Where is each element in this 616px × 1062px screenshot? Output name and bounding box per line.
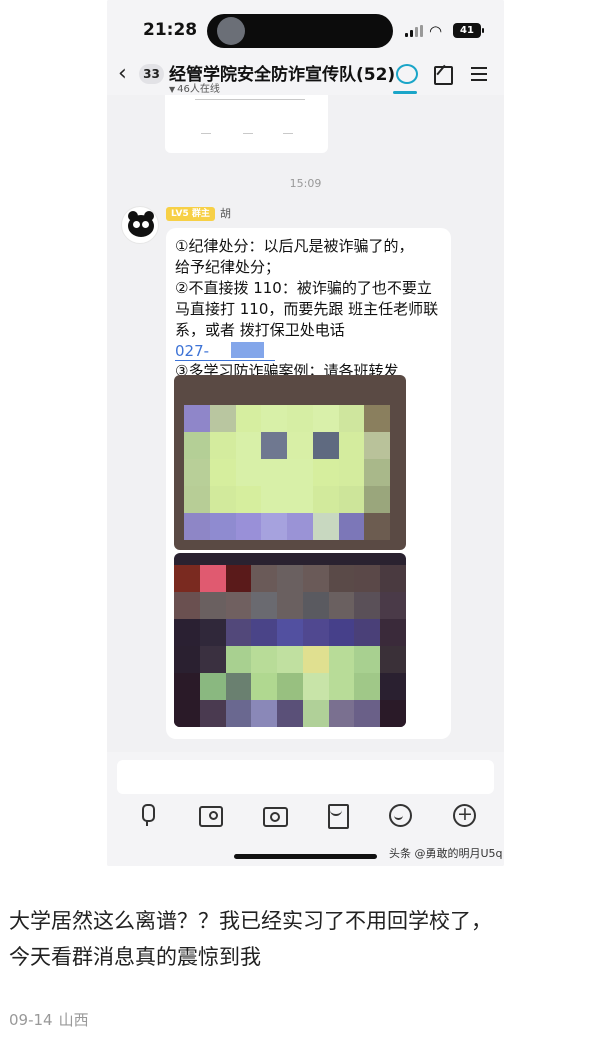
menu-icon[interactable] <box>469 63 491 85</box>
unread-count-badge[interactable]: 33 <box>139 64 164 84</box>
message-line: ①纪律处分：以后凡是被诈骗了的， <box>175 237 414 255</box>
message-bubble[interactable]: ①纪律处分：以后凡是被诈骗了的， 给予纪律处分； ②不直接拨 110：被诈骗的了… <box>166 228 451 739</box>
status-bar: 21:28 ◠ 41 <box>107 0 504 55</box>
previous-document-image[interactable] <box>165 95 328 153</box>
message-input[interactable] <box>117 760 494 794</box>
pixelated-area <box>184 405 390 540</box>
active-tab-indicator <box>393 91 417 94</box>
message-timestamp: 15:09 <box>289 177 322 190</box>
chat-screenshot: 21:28 ◠ 41 ‹ 33 经管学院安全防诈宣传队(52) ▼ 46人在线 1… <box>107 0 504 866</box>
battery-icon: 41 <box>453 23 484 38</box>
post-date: 09-14 <box>9 1011 53 1029</box>
input-area: 头条 @勇敢的明月U5q <box>107 752 504 866</box>
caret-down-icon: ▼ <box>169 85 176 94</box>
wifi-icon: ◠ <box>429 22 443 40</box>
edit-icon[interactable] <box>432 63 454 85</box>
plus-icon[interactable] <box>451 802 477 828</box>
watermark: 头条 @勇敢的明月U5q <box>389 847 503 860</box>
chat-header: ‹ 33 经管学院安全防诈宣传队(52) ▼ 46人在线 <box>107 55 504 95</box>
message-line: 系，或者 拨打保卫处电话 <box>175 321 345 339</box>
post-line: 今天看群消息真的震惊到我 <box>9 945 261 969</box>
message-line: 给予纪律处分； <box>175 258 281 276</box>
group-owner-badge: LV5 群主 <box>166 207 215 221</box>
post-location: 山西 <box>58 1011 89 1029</box>
image-icon[interactable] <box>197 802 223 828</box>
status-time: 21:28 <box>143 20 198 40</box>
dynamic-island <box>207 14 393 48</box>
mic-icon[interactable] <box>134 802 160 828</box>
sender-avatar[interactable] <box>121 206 159 244</box>
camera-icon[interactable] <box>261 802 288 828</box>
sender-name[interactable]: 胡 <box>220 205 231 221</box>
signal-icon <box>405 25 425 37</box>
online-count-label: 46人在线 <box>177 84 220 95</box>
avatar <box>217 17 245 45</box>
message-line: ②不直接拨 110：被诈骗的了也不要立 <box>175 279 432 297</box>
chat-icon[interactable] <box>395 63 418 85</box>
attached-photo-2[interactable] <box>174 553 406 727</box>
home-indicator <box>234 854 377 859</box>
red-packet-icon[interactable] <box>324 802 350 829</box>
post-text: 大学居然这么离谱？？我已经实习了不用回学校了， 今天看群消息真的震惊到我 <box>9 903 609 975</box>
pixelated-area <box>174 565 406 727</box>
back-icon[interactable]: ‹ <box>118 61 127 86</box>
redacted-number <box>231 342 265 358</box>
post-meta: 09-14 山西 <box>9 1009 89 1030</box>
message-text: ①纪律处分：以后凡是被诈骗了的， 给予纪律处分； ②不直接拨 110：被诈骗的了… <box>175 236 447 382</box>
message-line: 马直接打 110，而要先跟 班主任老师联 <box>175 300 439 318</box>
emoji-icon[interactable] <box>387 802 413 828</box>
phone-number-link[interactable]: 027- <box>175 341 447 361</box>
attached-photo-1[interactable] <box>174 375 406 550</box>
online-count[interactable]: ▼ 46人在线 <box>169 80 220 95</box>
post-line: 大学居然这么离谱？？我已经实习了不用回学校了， <box>9 909 492 933</box>
phone-prefix: 027- <box>175 342 210 360</box>
